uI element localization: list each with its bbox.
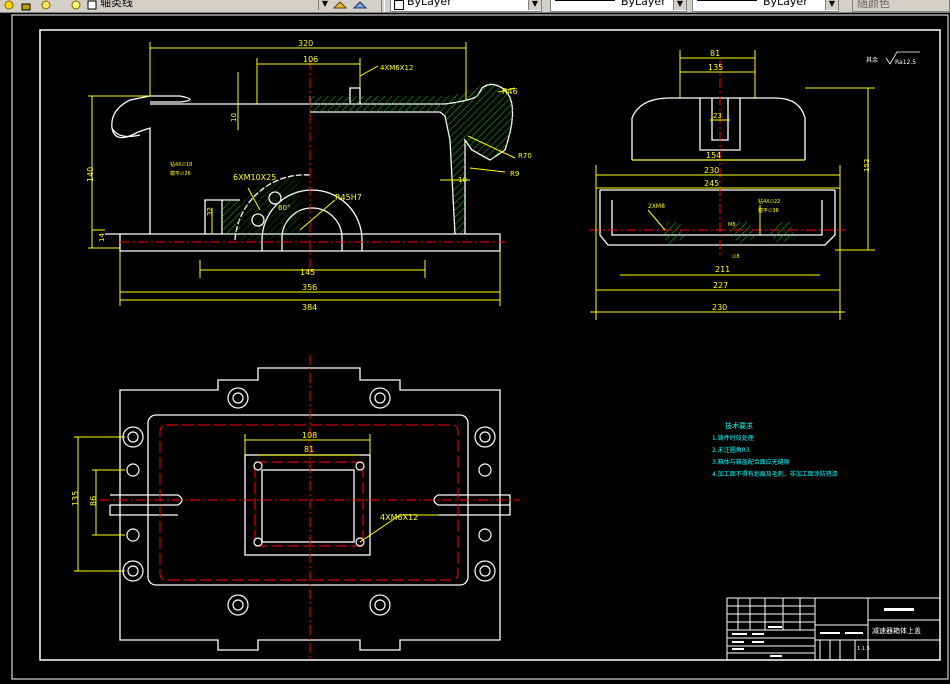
front-hatch-left: [222, 200, 240, 234]
lineweight-dropdown[interactable]: ByLayer: [692, 0, 839, 12]
roughness-label: 其余: [866, 56, 878, 64]
dim-14: 14: [98, 233, 106, 242]
dim-140: 140: [86, 167, 95, 182]
dim-10-top: 10: [230, 113, 238, 122]
dim-4xm6x12-front: 4XM6X12: [380, 64, 413, 72]
lineweight-dropdown-arrow-icon[interactable]: ▼: [825, 0, 838, 10]
notes-line-4: 4.加工面不得有划痕及毛刺，非加工面涂防锈漆: [712, 470, 838, 478]
dim-r46: R46: [502, 87, 518, 96]
dim-10-right: 10: [458, 176, 467, 184]
dim-81-side: 81: [710, 49, 720, 58]
layer-color-icon[interactable]: [70, 0, 82, 10]
front-dimensions: [88, 42, 516, 306]
dim-81-top: 81: [304, 445, 314, 454]
layer-on-icon[interactable]: [40, 0, 52, 10]
dim-135-top: 135: [71, 491, 80, 506]
dim-32: 32: [206, 207, 214, 216]
color-dropdown[interactable]: ByLayer: [390, 0, 542, 12]
dim-4xm6x12-top: 4XM6X12: [380, 513, 418, 522]
top-centerlines: [100, 355, 520, 660]
dim-152: 152: [863, 159, 871, 172]
layer-freeze-icon[interactable]: [3, 0, 15, 10]
lineweight-sample-line: [697, 0, 757, 1]
side-hatch-left: [662, 222, 685, 244]
color-swatch-icon: [394, 0, 404, 10]
linetype-sample-line: [555, 0, 615, 1]
dim-side-hole-2: 锪平∅38: [758, 207, 779, 214]
dim-106: 106: [303, 55, 318, 64]
linetype-dropdown-arrow-icon[interactable]: ▼: [673, 0, 686, 10]
notes-title: 技术要求: [725, 421, 753, 430]
front-hatch-boss: [240, 176, 300, 240]
dim-hole-note-2: 锪平∅26: [170, 170, 191, 177]
dim-384: 384: [302, 303, 317, 312]
side-dimensions: [590, 50, 875, 320]
roughness-value: Ra12.5: [895, 59, 916, 66]
front-hatch-right: [310, 82, 515, 234]
dim-135-side: 135: [708, 63, 723, 72]
dim-phi8: ∅8: [732, 254, 740, 260]
layer-name: 轴类线: [100, 0, 133, 9]
dim-r70: R70: [518, 152, 532, 160]
dim-227: 227: [713, 281, 728, 290]
linetype-value: ByLayer: [621, 0, 666, 8]
dim-108: 108: [302, 431, 317, 440]
plotstyle-value: 随颜色: [857, 0, 890, 10]
layer-dropdown-arrow-icon[interactable]: ▼: [318, 0, 331, 10]
dim-320: 320: [298, 39, 313, 48]
lineweight-value: ByLayer: [763, 0, 808, 8]
dim-145: 145: [300, 268, 315, 277]
dim-86: 86: [89, 496, 98, 506]
notes-line-1: 1.铸件时效处理: [712, 434, 754, 442]
roughness-symbol: 其余 Ra12.5: [866, 51, 920, 66]
linetype-dropdown[interactable]: ByLayer: [550, 0, 687, 12]
dim-211: 211: [715, 265, 730, 274]
properties-toolbar: 轴类线 ▼ ByLayer ▼ ByLayer ▼ ByLayer ▼ 随颜色: [0, 0, 950, 13]
dim-6xm10x25: 6XM10X25: [233, 173, 276, 182]
toolbar-separator: [381, 0, 385, 12]
dim-154: 154: [706, 151, 721, 160]
dim-r9: R9: [510, 170, 519, 178]
color-dropdown-arrow-icon[interactable]: ▼: [528, 0, 541, 10]
plotstyle-dropdown[interactable]: 随颜色: [852, 0, 950, 12]
layer-dropdown[interactable]: 轴类线: [100, 0, 320, 10]
drawing-scale: 1:1.5: [857, 646, 870, 652]
top-view-red-inner: [254, 461, 364, 547]
cad-drawing: 320 106 4XM6X12 R46 R70 R9 10 10 140 钻4X…: [11, 14, 949, 680]
dim-side-hole-1: 钻4X∅22: [758, 198, 780, 205]
dim-60deg: 60°: [278, 204, 290, 212]
side-hatch-right: [768, 222, 795, 244]
layer-lock-icon[interactable]: [20, 0, 32, 11]
dim-2xm8: 2XM8: [648, 203, 665, 210]
top-view-bolt-holes: [122, 387, 496, 616]
layer-swatch-icon: [86, 0, 98, 10]
dim-23: 23: [713, 112, 722, 120]
dim-230-top: 230: [704, 166, 719, 175]
notes-line-2: 2.未注圆角R3: [712, 446, 750, 454]
dim-m8: M8: [728, 222, 736, 228]
notes-line-3: 3.箱体与箱盖配合面应无缝隙: [712, 458, 790, 466]
dim-r45h7: R45H7: [335, 193, 362, 202]
make-current-layer-icon[interactable]: [332, 0, 348, 9]
layer-previous-icon[interactable]: [352, 0, 368, 9]
dim-245: 245: [704, 179, 719, 188]
dim-356: 356: [302, 283, 317, 292]
dim-230-bottom: 230: [712, 303, 727, 312]
technical-notes: 技术要求 1.铸件时效处理 2.未注圆角R3 3.箱体与箱盖配合面应无缝隙 4.…: [712, 421, 838, 478]
dim-hole-note-1: 钻4X∅18: [170, 161, 192, 168]
color-value: ByLayer: [407, 0, 452, 8]
drawing-canvas[interactable]: 320 106 4XM6X12 R46 R70 R9 10 10 140 钻4X…: [0, 13, 950, 680]
drawing-title: 减速器箱体上盖: [872, 626, 921, 635]
